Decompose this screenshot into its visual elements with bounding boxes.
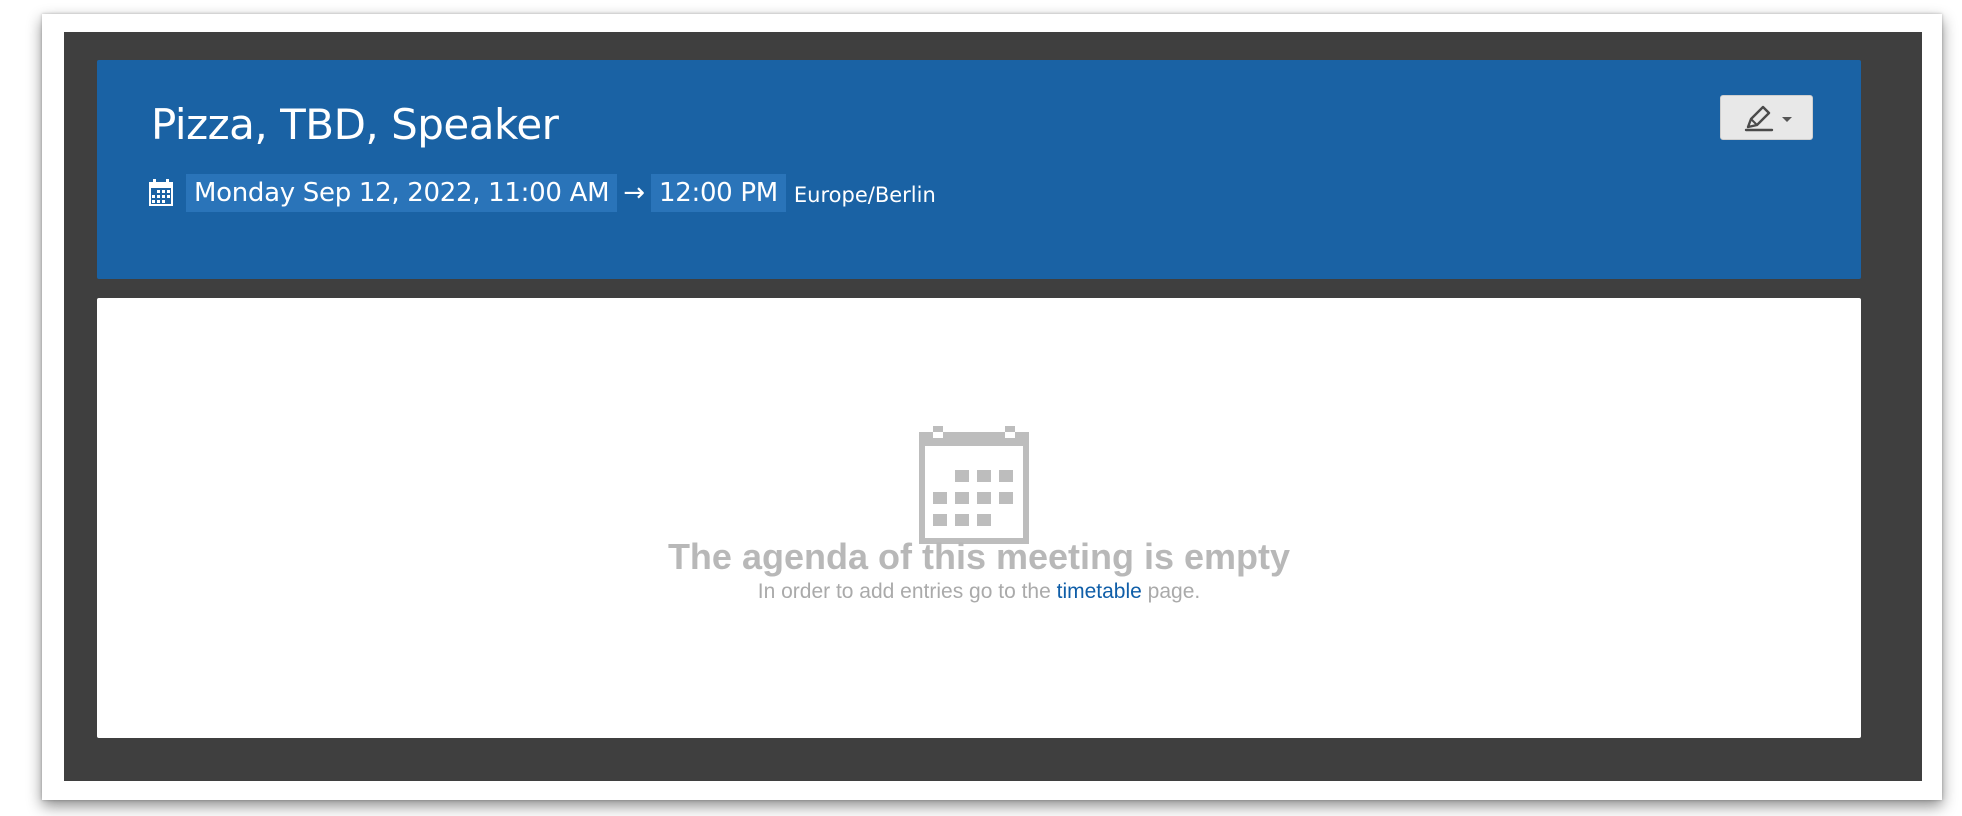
date-range-arrow: → bbox=[623, 178, 645, 208]
page-background: Pizza, TBD, Speaker Monday Sep 12, 2022,… bbox=[64, 32, 1922, 781]
event-header: Pizza, TBD, Speaker Monday Sep 12, 2022,… bbox=[97, 60, 1861, 279]
calendar-icon bbox=[919, 426, 1029, 544]
calendar-icon bbox=[149, 179, 173, 206]
edit-menu-button[interactable] bbox=[1720, 95, 1813, 140]
event-title: Pizza, TBD, Speaker bbox=[151, 100, 559, 149]
empty-agenda-title: The agenda of this meeting is empty bbox=[667, 536, 1291, 577]
timezone-label: Europe/Berlin bbox=[793, 183, 936, 207]
empty-agenda-message: The agenda of this meeting is empty In o… bbox=[97, 298, 1861, 738]
empty-hint-suffix: page. bbox=[1141, 580, 1201, 603]
start-datetime: Monday Sep 12, 2022, 11:00 AM bbox=[186, 174, 618, 212]
empty-agenda-hint: In order to add entries go to the timeta… bbox=[97, 580, 1861, 604]
chevron-down-icon bbox=[1781, 117, 1792, 122]
pen-icon bbox=[1744, 105, 1773, 131]
event-dates: Monday Sep 12, 2022, 11:00 AM → 12:00 PM… bbox=[148, 174, 936, 212]
screenshot-frame: Pizza, TBD, Speaker Monday Sep 12, 2022,… bbox=[42, 14, 1942, 800]
agenda-panel: The agenda of this meeting is empty In o… bbox=[97, 298, 1861, 738]
empty-hint-prefix: In order to add entries go to the bbox=[757, 580, 1057, 603]
timetable-link[interactable]: timetable bbox=[1057, 580, 1142, 603]
end-time: 12:00 PM bbox=[651, 174, 786, 212]
